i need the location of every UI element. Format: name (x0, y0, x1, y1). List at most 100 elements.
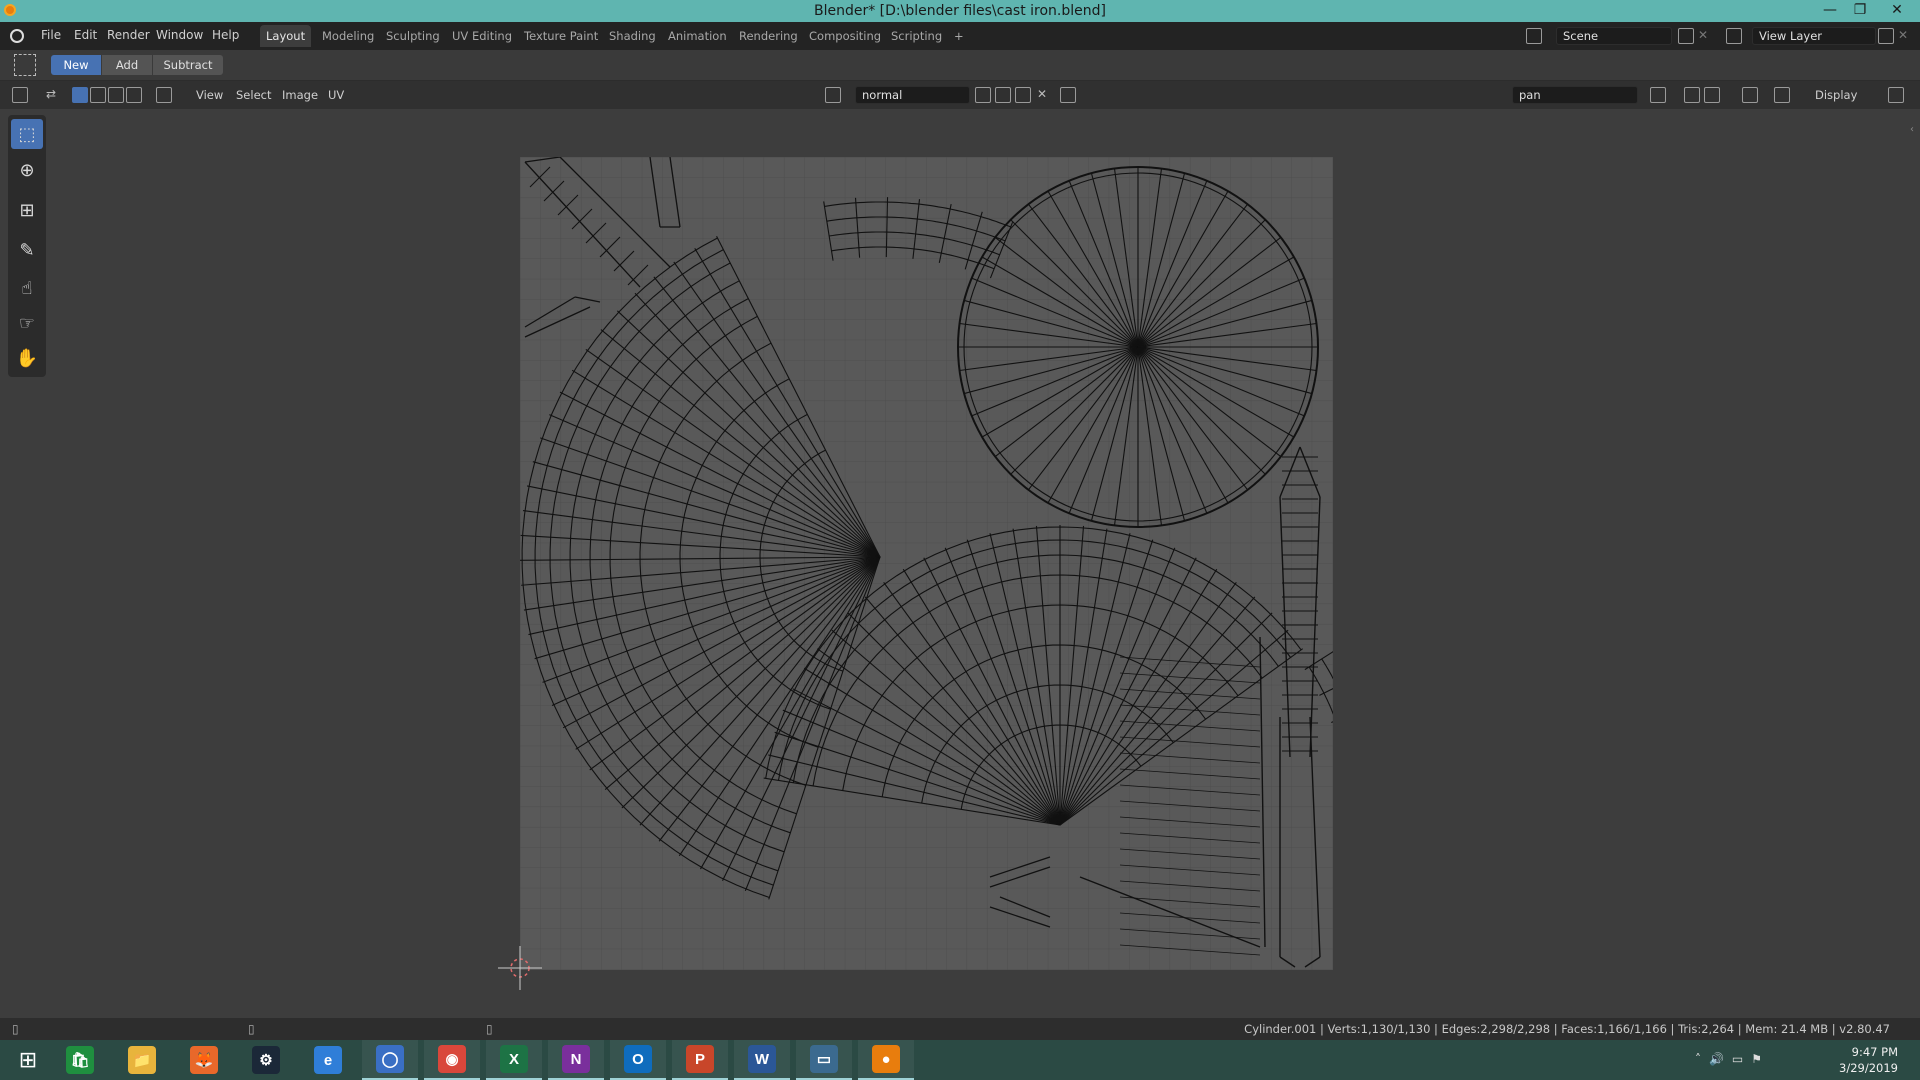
desktop-window-icon: ▭ (810, 1045, 838, 1073)
relax-tool[interactable]: ☞ (11, 308, 43, 338)
sync-selection-icon[interactable]: ⇄ (46, 87, 62, 103)
new-scene-icon[interactable] (1678, 28, 1694, 44)
transform-icon: ⊞ (19, 199, 35, 221)
pin-image-icon[interactable] (1060, 87, 1076, 103)
vertex-select-icon[interactable] (72, 87, 88, 103)
taskbar-app-steam[interactable]: ⚙ (238, 1040, 294, 1080)
excel-icon: X (500, 1045, 528, 1073)
scene-statistics: Cylinder.001 | Verts:1,130/1,130 | Edges… (1244, 1022, 1890, 1036)
image-name-field[interactable]: normal (855, 86, 970, 104)
pinch-tool[interactable]: ✋ (11, 343, 43, 373)
snap-target-icon[interactable] (1704, 87, 1720, 103)
menu-uv[interactable]: UV (328, 88, 344, 102)
taskbar-app-store[interactable]: 🛍 (52, 1040, 108, 1080)
transform-tool[interactable]: ⊞ (11, 195, 43, 225)
falloff-icon[interactable] (1774, 87, 1790, 103)
word-icon: W (748, 1045, 776, 1073)
sticky-select-icon[interactable] (156, 87, 172, 103)
snap-icon[interactable] (1684, 87, 1700, 103)
delete-view-layer-icon[interactable]: ✕ (1898, 28, 1908, 42)
tool-settings-header: New Add Subtract (0, 50, 1920, 81)
tab-layout[interactable]: Layout (260, 25, 312, 47)
display-menu[interactable]: Display (1815, 88, 1857, 102)
mode-new-button[interactable]: New (51, 55, 101, 75)
hand-icon: ✋ (15, 347, 39, 369)
taskbar-app-onenote[interactable]: N (548, 1040, 604, 1080)
tab-scripting[interactable]: Scripting (885, 25, 948, 47)
menu-render[interactable]: Render (107, 28, 150, 42)
view-layer-browse-icon[interactable] (1726, 28, 1742, 44)
tab-compositing[interactable]: Compositing (803, 25, 887, 47)
menu-window[interactable]: Window (156, 28, 203, 42)
tab-uv-editing[interactable]: UV Editing (446, 25, 518, 47)
grab-tool[interactable]: ☝ (11, 273, 43, 303)
tab-rendering[interactable]: Rendering (733, 25, 804, 47)
tab-shading[interactable]: Shading (603, 25, 662, 47)
add-workspace-button[interactable]: + (948, 25, 970, 47)
taskbar-app-chrome[interactable]: ◉ (424, 1040, 480, 1080)
tab-sculpting[interactable]: Sculpting (380, 25, 446, 47)
taskbar-app-powerpoint[interactable]: P (672, 1040, 728, 1080)
annotate-icon: ✎ (19, 239, 35, 261)
edge-select-icon[interactable] (90, 87, 106, 103)
tab-animation[interactable]: Animation (662, 25, 733, 47)
fake-user-icon[interactable] (975, 87, 991, 103)
view-layer-name-field[interactable]: View Layer (1752, 27, 1876, 45)
window-titlebar: Blender* [D:\blender files\cast iron.ble… (0, 0, 1920, 22)
select-box-tool-icon[interactable] (14, 54, 36, 76)
scene-name-field[interactable]: Scene (1556, 27, 1672, 45)
taskbar-app-excel[interactable]: X (486, 1040, 542, 1080)
scene-browse-icon[interactable] (1526, 28, 1542, 44)
taskbar-app-cortana-browser[interactable]: ◯ (362, 1040, 418, 1080)
menu-image[interactable]: Image (282, 88, 318, 102)
tab-modeling[interactable]: Modeling (316, 25, 380, 47)
uv-2d-cursor[interactable] (496, 944, 544, 992)
new-image-icon[interactable] (995, 87, 1011, 103)
annotate-tool[interactable]: ✎ (11, 235, 43, 265)
sidebar-toggle-icon[interactable]: ‹ (1910, 124, 1914, 135)
face-select-icon[interactable] (108, 87, 124, 103)
new-view-layer-icon[interactable] (1878, 28, 1894, 44)
menu-view[interactable]: View (196, 88, 223, 102)
taskbar-app-word[interactable]: W (734, 1040, 790, 1080)
tab-texture-paint[interactable]: Texture Paint (518, 25, 604, 47)
taskbar-app-outlook[interactable]: O (610, 1040, 666, 1080)
relax-icon: ☞ (18, 312, 36, 334)
view-options-icon[interactable] (1888, 87, 1904, 103)
delete-scene-icon[interactable]: ✕ (1698, 28, 1708, 42)
cursor-tool[interactable]: ⊕ (11, 155, 43, 185)
taskbar-clock[interactable]: 9:47 PM 3/29/2019 (1839, 1044, 1898, 1076)
blender-icon: ● (872, 1045, 900, 1073)
select-box-tool[interactable]: ⬚ (11, 119, 43, 149)
close-button[interactable]: ✕ (1882, 0, 1912, 22)
unlink-image-icon[interactable]: ✕ (1037, 87, 1047, 101)
menu-file[interactable]: File (41, 28, 61, 42)
taskbar-app-blender[interactable]: ● (858, 1040, 914, 1080)
menu-select[interactable]: Select (236, 88, 271, 102)
select-box-icon: ⬚ (18, 123, 36, 145)
system-tray-icons[interactable]: ˄🔊▭⚑ (1695, 1052, 1770, 1066)
menu-edit[interactable]: Edit (74, 28, 97, 42)
taskbar-app-firefox[interactable]: 🦊 (176, 1040, 232, 1080)
windows-logo-icon: ⊞ (18, 1047, 38, 1073)
maximize-button[interactable]: ❐ (1845, 0, 1875, 22)
uv-image-canvas[interactable] (520, 157, 1333, 970)
taskbar-app-desktop-window[interactable]: ▭ (796, 1040, 852, 1080)
chrome-icon: ◉ (438, 1045, 466, 1073)
proportional-edit-icon[interactable] (1742, 87, 1758, 103)
minimize-button[interactable]: — (1815, 0, 1845, 22)
taskbar-app-file-explorer[interactable]: 📁 (114, 1040, 170, 1080)
mode-subtract-button[interactable]: Subtract (153, 55, 223, 75)
island-select-icon[interactable] (126, 87, 142, 103)
pivot-point-icon[interactable] (1650, 87, 1666, 103)
image-browse-icon[interactable] (825, 87, 841, 103)
menu-help[interactable]: Help (212, 28, 239, 42)
editor-type-icon[interactable] (12, 87, 28, 103)
open-image-icon[interactable] (1015, 87, 1031, 103)
start-button[interactable]: ⊞ (0, 1040, 56, 1080)
blender-menu-icon[interactable] (10, 29, 24, 43)
window-title: Blender* [D:\blender files\cast iron.ble… (813, 3, 1106, 19)
uv-map-field[interactable]: pan (1512, 86, 1638, 104)
mode-add-button[interactable]: Add (102, 55, 152, 75)
taskbar-app-edge[interactable]: e (300, 1040, 356, 1080)
